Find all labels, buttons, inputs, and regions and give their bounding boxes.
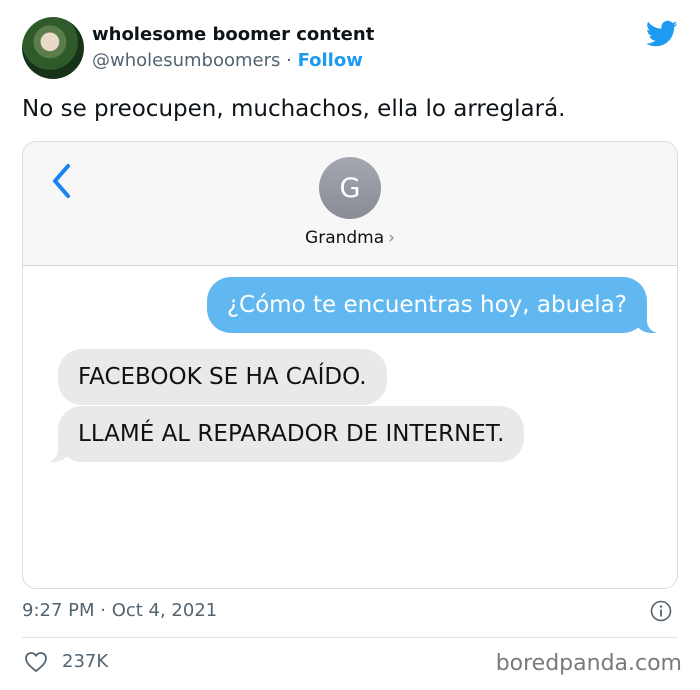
received-message-bubble: LLAMÉ AL REPARADOR DE INTERNET.: [35, 406, 525, 462]
heart-icon[interactable]: [24, 651, 48, 673]
received-message-bubble: FACEBOOK SE HA CAÍDO.: [58, 349, 387, 405]
handle-row: @wholesumboomers · Follow: [92, 50, 363, 71]
follow-button[interactable]: Follow: [298, 50, 363, 71]
separator: ·: [280, 50, 298, 71]
tweet-text: No se preocupen, muchachos, ella lo arre…: [22, 96, 566, 122]
watermark: boredpanda.com: [495, 651, 682, 676]
twitter-bird-icon[interactable]: [646, 20, 678, 48]
contact-avatar[interactable]: G: [319, 157, 381, 219]
profile-avatar[interactable]: [22, 17, 84, 79]
like-count: 237K: [62, 651, 109, 672]
message-screenshot: G Grandma › ¿Cómo te encuentras hoy, abue…: [22, 141, 678, 589]
contact-name-label: Grandma: [305, 228, 385, 248]
handle[interactable]: @wholesumboomers: [92, 50, 280, 71]
contact-name[interactable]: Grandma ›: [23, 228, 677, 248]
divider: [22, 637, 678, 638]
sent-message-bubble: ¿Cómo te encuentras hoy, abuela?: [206, 277, 670, 333]
chevron-right-icon: ›: [388, 228, 395, 248]
info-icon[interactable]: [650, 600, 672, 622]
tweet-timestamp[interactable]: 9:27 PM · Oct 4, 2021: [22, 600, 217, 621]
display-name[interactable]: wholesome boomer content: [92, 24, 374, 45]
chevron-left-icon[interactable]: [50, 162, 72, 200]
conversation-header: G Grandma ›: [23, 142, 677, 266]
